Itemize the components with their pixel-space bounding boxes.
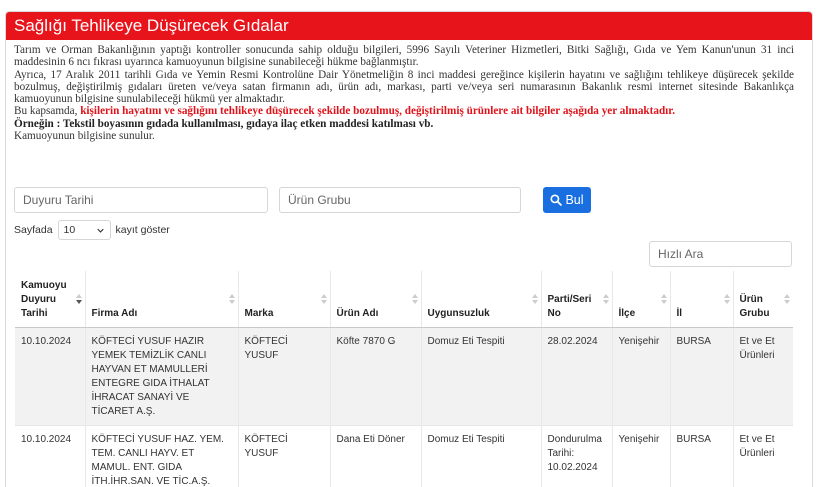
- intro-closing: Kamuoyunun bilgisine sunulur.: [14, 130, 155, 143]
- column-header-label: Marka: [244, 307, 274, 319]
- intro-example: Örneğin : Tekstil boyasının gıdada kulla…: [14, 117, 434, 130]
- announcement-date-input[interactable]: Duyuru Tarihi: [14, 187, 268, 213]
- sort-icon: [784, 294, 790, 304]
- cell-company: KÖFTECİ YUSUF HAZ. YEM. TEM. CANLI HAYV.…: [84, 425, 238, 487]
- cell-brand: KÖFTECİ YUSUF: [237, 327, 330, 426]
- page-length-control: Sayfada 10 kayıt göster: [14, 220, 170, 240]
- sort-icon: [228, 294, 235, 304]
- column-header-label: Ürün Grubu: [739, 293, 770, 319]
- search-icon: [550, 194, 563, 206]
- column-header-district[interactable]: İlçe: [611, 271, 670, 328]
- column-header-batch[interactable]: Parti/Seri No: [540, 271, 612, 328]
- cell-brand: KÖFTECİ YUSUF: [237, 425, 330, 487]
- sort-icon: [320, 294, 327, 304]
- cell-company: KÖFTECİ YUSUF HAZIR YEMEK TEMİZLİK CANLI…: [84, 327, 238, 426]
- sort-icon: [723, 294, 730, 304]
- column-header-label: Parti/Seri No: [547, 293, 592, 319]
- page-length-value: 10: [63, 224, 76, 236]
- column-header-label: İl: [676, 307, 683, 319]
- column-header-label: Firma Adı: [91, 307, 138, 319]
- cell-district: Yenişehir: [611, 425, 670, 487]
- column-header-label: Ürün Adı: [336, 307, 379, 319]
- intro-paragraph-3: Bu kapsamda, kişilerin hayatını ve sağlı…: [14, 105, 794, 117]
- intro-text: Tarım ve Orman Bakanlığının yaptığı kont…: [14, 44, 794, 142]
- cell-date: 10.10.2024: [15, 327, 85, 426]
- product-group-input[interactable]: Ürün Grubu: [279, 187, 521, 213]
- table-row: 10.10.2024 KÖFTECİ YUSUF HAZ. YEM. TEM. …: [15, 425, 793, 487]
- intro-paragraph-3-prefix: Bu kapsamda,: [14, 105, 81, 118]
- sort-icon: [75, 294, 82, 304]
- cell-batch: 28.02.2024: [540, 327, 612, 426]
- search-button[interactable]: Bul: [543, 187, 591, 213]
- table-row: 10.10.2024 KÖFTECİ YUSUF HAZIR YEMEK TEM…: [15, 327, 793, 426]
- cell-province: BURSA: [669, 327, 733, 426]
- column-header-province[interactable]: İl: [669, 271, 733, 328]
- cell-nonconformity: Domuz Eti Tespiti: [420, 425, 541, 487]
- intro-paragraph-1: Tarım ve Orman Bakanlığının yaptığı kont…: [14, 44, 794, 69]
- sort-icon: [660, 294, 667, 304]
- column-header-company[interactable]: Firma Adı: [84, 271, 238, 328]
- cell-nonconformity: Domuz Eti Tespiti: [420, 327, 541, 426]
- column-header-brand[interactable]: Marka: [237, 271, 330, 328]
- page-length-suffix: kayıt göster: [115, 224, 170, 236]
- sort-icon: [531, 294, 538, 304]
- sort-icon: [602, 294, 609, 304]
- column-header-product[interactable]: Ürün Adı: [329, 271, 421, 328]
- column-header-group[interactable]: Ürün Grubu: [732, 271, 793, 328]
- intro-highlight-red: kişilerin hayatını ve sağlığını tehlikey…: [80, 105, 676, 118]
- column-header-label: Uygunsuzluk: [427, 307, 490, 319]
- table-header-row: Kamuoyu Duyuru Tarihi Firma Adı Marka Ür…: [15, 271, 793, 328]
- cell-date: 10.10.2024: [15, 425, 85, 487]
- page-length-prefix: Sayfada: [14, 224, 53, 236]
- chevron-down-icon: [96, 228, 104, 233]
- search-button-label: Bul: [565, 193, 584, 207]
- column-header-label: İlçe: [618, 307, 636, 319]
- recall-table: Kamuoyu Duyuru Tarihi Firma Adı Marka Ür…: [15, 271, 793, 487]
- cell-product: Dana Eti Döner: [329, 425, 421, 487]
- cell-group: Et ve Et Ürünleri: [732, 425, 793, 487]
- cell-province: BURSA: [669, 425, 733, 487]
- quick-search-input[interactable]: Hızlı Ara: [649, 241, 792, 267]
- sort-icon: [411, 294, 418, 304]
- page-length-select[interactable]: 10: [57, 220, 111, 240]
- intro-paragraph-2: Ayrıca, 17 Aralık 2011 tarihli Gıda ve Y…: [14, 68, 794, 106]
- column-header-label: Kamuoyu Duyuru Tarihi: [21, 279, 67, 319]
- cell-product: Köfte 7870 G: [329, 327, 421, 426]
- cell-batch: Dondurulma Tarihi: 10.02.2024: [540, 425, 612, 487]
- column-header-date[interactable]: Kamuoyu Duyuru Tarihi: [15, 271, 85, 328]
- cell-group: Et ve Et Ürünleri: [732, 327, 793, 426]
- cell-district: Yenişehir: [611, 327, 670, 426]
- panel-title: Sağlığı Tehlikeye Düşürecek Gıdalar: [6, 12, 812, 40]
- column-header-nonconformity[interactable]: Uygunsuzluk: [420, 271, 541, 328]
